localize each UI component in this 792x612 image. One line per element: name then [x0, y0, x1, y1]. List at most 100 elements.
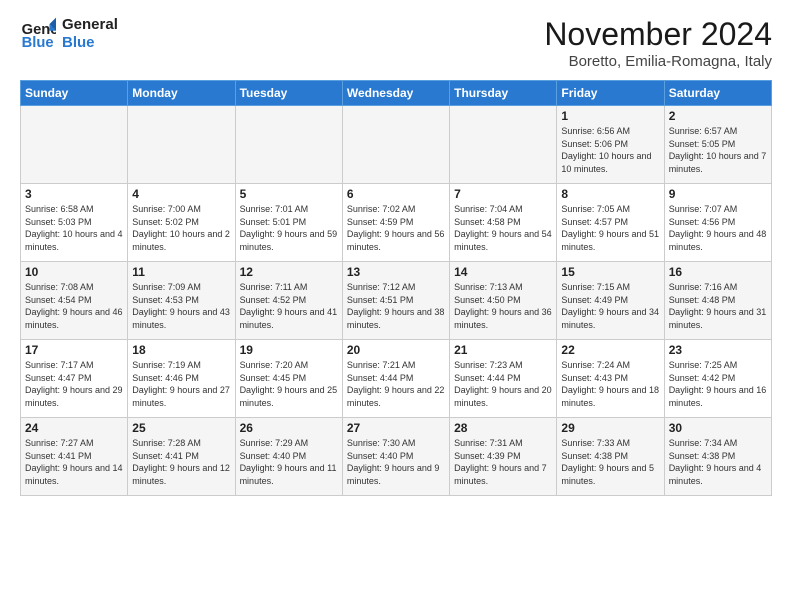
- logo: General Blue General Blue: [20, 16, 118, 52]
- day-number: 2: [669, 109, 767, 123]
- day-cell: 17 Sunrise: 7:17 AM Sunset: 4:47 PM Dayli…: [21, 340, 128, 418]
- day-number: 7: [454, 187, 552, 201]
- day-number: 21: [454, 343, 552, 357]
- calendar-body: 1Sunrise: 6:56 AM Sunset: 5:06 PM Daylig…: [21, 106, 772, 496]
- day-cell: 2 Sunrise: 6:57 AM Sunset: 5:05 PM Daylig…: [664, 106, 771, 184]
- header-cell-tuesday: Tuesday: [235, 81, 342, 106]
- day-number: 27: [347, 421, 445, 435]
- day-info: Sunrise: 7:02 AM Sunset: 4:59 PM Dayligh…: [347, 203, 445, 253]
- day-number: 15: [561, 265, 659, 279]
- day-cell: 15 Sunrise: 7:15 AM Sunset: 4:49 PM Dayli…: [557, 262, 664, 340]
- day-info: Sunrise: 7:01 AM Sunset: 5:01 PM Dayligh…: [240, 203, 338, 253]
- day-cell: [342, 106, 449, 184]
- day-info: Sunrise: 7:34 AM Sunset: 4:38 PM Dayligh…: [669, 437, 767, 487]
- day-info: Sunrise: 7:27 AM Sunset: 4:41 PM Dayligh…: [25, 437, 123, 487]
- day-cell: [128, 106, 235, 184]
- day-info: Sunrise: 7:30 AM Sunset: 4:40 PM Dayligh…: [347, 437, 445, 487]
- day-cell: 23 Sunrise: 7:25 AM Sunset: 4:42 PM Dayli…: [664, 340, 771, 418]
- day-cell: 8Sunrise: 7:05 AM Sunset: 4:57 PM Daylig…: [557, 184, 664, 262]
- day-cell: 1Sunrise: 6:56 AM Sunset: 5:06 PM Daylig…: [557, 106, 664, 184]
- day-info: Sunrise: 7:13 AM Sunset: 4:50 PM Dayligh…: [454, 281, 552, 331]
- day-number: 23: [669, 343, 767, 357]
- day-number: 25: [132, 421, 230, 435]
- day-number: 22: [561, 343, 659, 357]
- title-block: November 2024 Boretto, Emilia-Romagna, I…: [544, 16, 772, 70]
- day-number: 11: [132, 265, 230, 279]
- day-info: Sunrise: 7:28 AM Sunset: 4:41 PM Dayligh…: [132, 437, 230, 487]
- week-row-3: 10 Sunrise: 7:08 AM Sunset: 4:54 PM Dayli…: [21, 262, 772, 340]
- day-cell: 26 Sunrise: 7:29 AM Sunset: 4:40 PM Dayli…: [235, 418, 342, 496]
- day-info: Sunrise: 7:12 AM Sunset: 4:51 PM Dayligh…: [347, 281, 445, 331]
- day-number: 16: [669, 265, 767, 279]
- day-info: Sunrise: 7:00 AM Sunset: 5:02 PM Dayligh…: [132, 203, 230, 253]
- day-info: Sunrise: 7:31 AM Sunset: 4:39 PM Dayligh…: [454, 437, 552, 487]
- calendar-table: SundayMondayTuesdayWednesdayThursdayFrid…: [20, 80, 772, 496]
- day-cell: 10 Sunrise: 7:08 AM Sunset: 4:54 PM Dayli…: [21, 262, 128, 340]
- header-cell-sunday: Sunday: [21, 81, 128, 106]
- day-number: 26: [240, 421, 338, 435]
- day-number: 13: [347, 265, 445, 279]
- day-number: 4: [132, 187, 230, 201]
- day-cell: 14 Sunrise: 7:13 AM Sunset: 4:50 PM Dayli…: [450, 262, 557, 340]
- day-info: Sunrise: 7:16 AM Sunset: 4:48 PM Dayligh…: [669, 281, 767, 331]
- location: Boretto, Emilia-Romagna, Italy: [544, 53, 772, 70]
- day-info: Sunrise: 7:09 AM Sunset: 4:53 PM Dayligh…: [132, 281, 230, 331]
- day-info: Sunrise: 6:58 AM Sunset: 5:03 PM Dayligh…: [25, 203, 123, 253]
- day-cell: 22 Sunrise: 7:24 AM Sunset: 4:43 PM Dayli…: [557, 340, 664, 418]
- day-cell: [450, 106, 557, 184]
- day-info: Sunrise: 7:23 AM Sunset: 4:44 PM Dayligh…: [454, 359, 552, 409]
- header-cell-thursday: Thursday: [450, 81, 557, 106]
- day-number: 12: [240, 265, 338, 279]
- day-info: Sunrise: 7:25 AM Sunset: 4:42 PM Dayligh…: [669, 359, 767, 409]
- day-cell: 24Sunrise: 7:27 AM Sunset: 4:41 PM Dayli…: [21, 418, 128, 496]
- day-cell: 5 Sunrise: 7:01 AM Sunset: 5:01 PM Daylig…: [235, 184, 342, 262]
- day-number: 6: [347, 187, 445, 201]
- day-number: 14: [454, 265, 552, 279]
- day-number: 5: [240, 187, 338, 201]
- day-cell: 27 Sunrise: 7:30 AM Sunset: 4:40 PM Dayli…: [342, 418, 449, 496]
- day-info: Sunrise: 7:24 AM Sunset: 4:43 PM Dayligh…: [561, 359, 659, 409]
- month-title: November 2024: [544, 16, 772, 53]
- day-cell: 30Sunrise: 7:34 AM Sunset: 4:38 PM Dayli…: [664, 418, 771, 496]
- header-cell-saturday: Saturday: [664, 81, 771, 106]
- day-info: Sunrise: 7:08 AM Sunset: 4:54 PM Dayligh…: [25, 281, 123, 331]
- day-info: Sunrise: 6:57 AM Sunset: 5:05 PM Dayligh…: [669, 125, 767, 175]
- day-number: 1: [561, 109, 659, 123]
- day-number: 18: [132, 343, 230, 357]
- header-cell-wednesday: Wednesday: [342, 81, 449, 106]
- header: General Blue General Blue November 2024 …: [20, 16, 772, 70]
- day-info: Sunrise: 7:07 AM Sunset: 4:56 PM Dayligh…: [669, 203, 767, 253]
- day-cell: 28Sunrise: 7:31 AM Sunset: 4:39 PM Dayli…: [450, 418, 557, 496]
- day-cell: 19Sunrise: 7:20 AM Sunset: 4:45 PM Dayli…: [235, 340, 342, 418]
- day-cell: 25 Sunrise: 7:28 AM Sunset: 4:41 PM Dayli…: [128, 418, 235, 496]
- day-info: Sunrise: 7:29 AM Sunset: 4:40 PM Dayligh…: [240, 437, 338, 487]
- day-info: Sunrise: 7:17 AM Sunset: 4:47 PM Dayligh…: [25, 359, 123, 409]
- day-cell: [21, 106, 128, 184]
- day-cell: 20Sunrise: 7:21 AM Sunset: 4:44 PM Dayli…: [342, 340, 449, 418]
- day-cell: 12Sunrise: 7:11 AM Sunset: 4:52 PM Dayli…: [235, 262, 342, 340]
- day-info: Sunrise: 7:05 AM Sunset: 4:57 PM Dayligh…: [561, 203, 659, 253]
- week-row-1: 1Sunrise: 6:56 AM Sunset: 5:06 PM Daylig…: [21, 106, 772, 184]
- day-number: 19: [240, 343, 338, 357]
- logo-icon: General Blue: [20, 16, 56, 52]
- day-info: Sunrise: 7:19 AM Sunset: 4:46 PM Dayligh…: [132, 359, 230, 409]
- week-row-2: 3Sunrise: 6:58 AM Sunset: 5:03 PM Daylig…: [21, 184, 772, 262]
- header-cell-friday: Friday: [557, 81, 664, 106]
- day-number: 10: [25, 265, 123, 279]
- day-cell: 13 Sunrise: 7:12 AM Sunset: 4:51 PM Dayli…: [342, 262, 449, 340]
- day-cell: 29Sunrise: 7:33 AM Sunset: 4:38 PM Dayli…: [557, 418, 664, 496]
- header-cell-monday: Monday: [128, 81, 235, 106]
- day-cell: 3Sunrise: 6:58 AM Sunset: 5:03 PM Daylig…: [21, 184, 128, 262]
- logo-line2: Blue: [62, 34, 118, 52]
- week-row-5: 24Sunrise: 7:27 AM Sunset: 4:41 PM Dayli…: [21, 418, 772, 496]
- day-info: Sunrise: 7:15 AM Sunset: 4:49 PM Dayligh…: [561, 281, 659, 331]
- day-cell: 11 Sunrise: 7:09 AM Sunset: 4:53 PM Dayli…: [128, 262, 235, 340]
- day-number: 20: [347, 343, 445, 357]
- day-cell: 21 Sunrise: 7:23 AM Sunset: 4:44 PM Dayli…: [450, 340, 557, 418]
- svg-text:Blue: Blue: [22, 35, 54, 51]
- day-number: 9: [669, 187, 767, 201]
- day-number: 29: [561, 421, 659, 435]
- day-number: 17: [25, 343, 123, 357]
- week-row-4: 17 Sunrise: 7:17 AM Sunset: 4:47 PM Dayli…: [21, 340, 772, 418]
- calendar-header-row: SundayMondayTuesdayWednesdayThursdayFrid…: [21, 81, 772, 106]
